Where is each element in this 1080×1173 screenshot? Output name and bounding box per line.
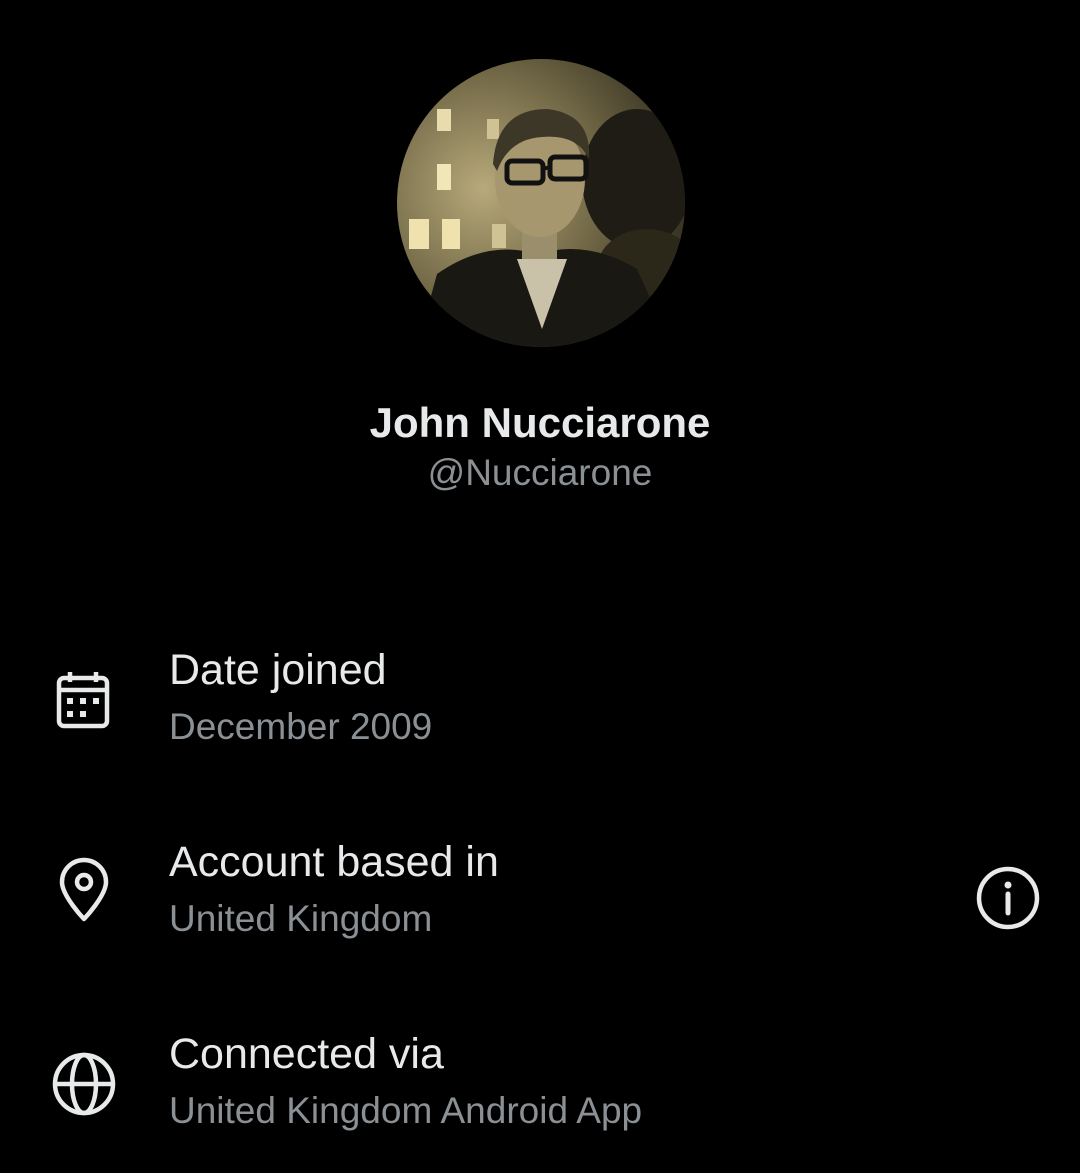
date-joined-row: Date joined December 2009 (0, 644, 1080, 764)
account-based-in-label: Account based in (169, 838, 499, 886)
date-joined-value: December 2009 (169, 706, 433, 747)
connected-via-row: Connected via United Kingdom Android App (0, 1028, 1080, 1148)
date-joined-label: Date joined (169, 646, 387, 694)
avatar[interactable] (397, 59, 685, 347)
account-based-in-row: Account based in United Kingdom (0, 836, 1080, 956)
account-based-in-value: United Kingdom (169, 898, 433, 939)
globe-icon (50, 1050, 118, 1118)
username-handle: @Nucciarone (427, 452, 653, 493)
display-name: John Nucciarone (369, 399, 711, 446)
connected-via-label: Connected via (169, 1030, 444, 1078)
info-icon[interactable] (974, 864, 1042, 932)
location-pin-icon (50, 856, 118, 924)
calendar-icon (50, 668, 118, 736)
profile-photo (397, 59, 685, 347)
connected-via-value: United Kingdom Android App (169, 1090, 643, 1131)
